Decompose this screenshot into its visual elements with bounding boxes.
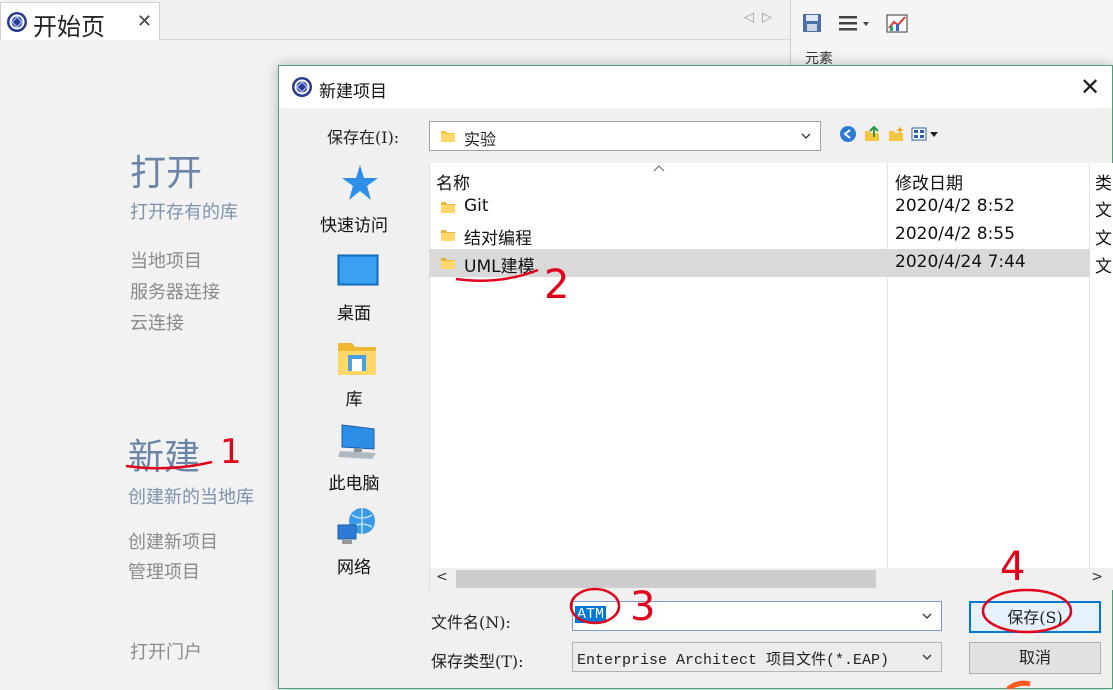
file-type: 文 [1095, 229, 1112, 249]
filename-value: ATM [575, 606, 607, 623]
filename-label: 文件名(N): [431, 613, 511, 632]
place-label: 库 [345, 390, 363, 410]
sort-up-icon [653, 165, 665, 172]
server-connection-link[interactable]: 服务器连接 [130, 278, 220, 304]
file-type: 文 [1095, 201, 1112, 221]
open-portal-link[interactable]: 打开门户 [130, 638, 202, 664]
dialog-titlebar[interactable]: 新建项目 ✕ [279, 66, 1112, 108]
folder-icon [441, 230, 455, 241]
create-local-repo-link[interactable]: 创建新的当地库 [128, 483, 254, 509]
filename-input[interactable]: ATM [572, 601, 942, 631]
filetype-select[interactable]: Enterprise Architect 项目文件(*.EAP) [572, 642, 942, 672]
cancel-button[interactable]: 取消 [969, 642, 1101, 674]
new-project-dialog: 新建项目 ✕ 保存在(I): 实验 快速访问 桌面 库 此电脑 网络 名称 修改… [278, 65, 1113, 689]
chart-icon[interactable] [885, 12, 909, 34]
horizontal-scrollbar[interactable]: < > [430, 568, 1113, 590]
tab-start-page[interactable]: 开始页 ✕ [0, 2, 160, 41]
desktop-icon [337, 254, 379, 286]
new-folder-icon[interactable] [887, 125, 905, 143]
place-library[interactable]: 库 [304, 337, 404, 417]
dialog-close-icon[interactable]: ✕ [1075, 72, 1105, 102]
folder-icon [441, 202, 455, 213]
table-row[interactable]: 结对编程 2020/4/2 8:55 文 [430, 221, 1112, 249]
place-network[interactable]: 网络 [304, 505, 404, 585]
manage-project-link[interactable]: 管理项目 [128, 558, 200, 584]
dialog-title: 新建项目 [319, 82, 387, 102]
scroll-left-icon[interactable]: < [436, 569, 448, 585]
local-project-link[interactable]: 当地项目 [130, 247, 202, 273]
back-icon[interactable] [839, 125, 857, 143]
folder-icon [441, 131, 455, 142]
library-icon [338, 343, 376, 375]
tab-close-icon[interactable]: ✕ [137, 11, 152, 32]
chevron-down-icon[interactable] [921, 610, 933, 622]
open-existing-link[interactable]: 打开存有的库 [130, 198, 238, 224]
save-in-label: 保存在(I): [327, 128, 400, 147]
file-list[interactable]: 名称 修改日期 类 Git 2020/4/2 8:52 文 结对编程 2020/ [429, 163, 1113, 590]
place-label: 此电脑 [328, 474, 380, 494]
place-this-pc[interactable]: 此电脑 [304, 421, 404, 501]
save-in-value: 实验 [464, 130, 497, 149]
table-row[interactable]: Git 2020/4/2 8:52 文 [430, 193, 1112, 221]
menu-dropdown-icon[interactable] [837, 12, 871, 34]
computer-icon [338, 424, 376, 459]
tab-title: 开始页 [33, 13, 105, 41]
tab-bar: 开始页 ✕ ◁▷ [0, 0, 790, 41]
chevron-down-icon [922, 654, 932, 660]
cloud-connection-link[interactable]: 云连接 [130, 309, 184, 335]
place-desktop[interactable]: 桌面 [304, 251, 404, 331]
folder-icon [441, 258, 455, 269]
column-name[interactable]: 名称 [436, 169, 470, 194]
open-heading: 打开 [130, 153, 203, 194]
nav-toolbar [839, 123, 949, 147]
place-label: 快速访问 [320, 216, 388, 236]
up-folder-icon[interactable] [863, 125, 881, 143]
filetype-label: 保存类型(T): [431, 652, 524, 671]
chevron-down-icon [801, 133, 811, 139]
file-date: 2020/4/2 8:52 [895, 196, 1015, 216]
file-name: Git [464, 196, 489, 216]
new-heading[interactable]: 新建 [128, 428, 200, 480]
column-type[interactable]: 类 [1095, 169, 1112, 194]
place-label: 桌面 [337, 304, 371, 324]
star-icon [342, 165, 378, 200]
place-label: 网络 [337, 558, 371, 578]
places-bar: 快速访问 桌面 库 此电脑 网络 [279, 163, 429, 690]
ea-logo-icon [292, 77, 312, 97]
place-quick-access[interactable]: 快速访问 [304, 163, 404, 243]
file-name: 结对编程 [464, 229, 532, 249]
file-date: 2020/4/24 7:44 [895, 252, 1026, 272]
network-icon [337, 508, 375, 544]
view-menu-icon[interactable] [911, 125, 943, 143]
table-row-selected[interactable]: UML建模 2020/4/24 7:44 文 [430, 249, 1112, 277]
tab-scroll-arrows[interactable]: ◁▷ [744, 10, 780, 25]
scroll-right-icon[interactable]: > [1091, 569, 1103, 585]
save-icon[interactable] [801, 12, 823, 34]
column-modified-date[interactable]: 修改日期 [895, 169, 963, 194]
save-in-combobox[interactable]: 实验 [429, 121, 821, 151]
ea-logo-icon [7, 12, 27, 32]
create-project-link[interactable]: 创建新项目 [128, 528, 218, 554]
filetype-value: Enterprise Architect 项目文件(*.EAP) [577, 652, 890, 669]
file-name: UML建模 [464, 257, 535, 277]
save-button[interactable]: 保存(S) [969, 601, 1101, 633]
scrollbar-thumb[interactable] [456, 570, 876, 588]
file-list-header: 名称 修改日期 类 [430, 163, 1113, 194]
file-type: 文 [1095, 257, 1112, 277]
file-date: 2020/4/2 8:55 [895, 224, 1015, 244]
